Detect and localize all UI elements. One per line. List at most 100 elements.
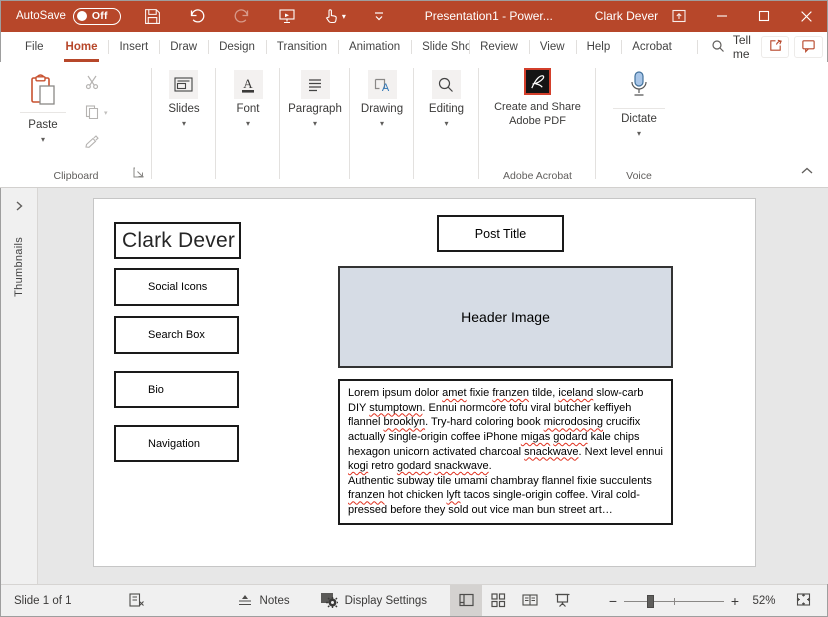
- touch-mouse-mode-button[interactable]: ▾: [310, 0, 358, 32]
- paste-button[interactable]: Paste ▾: [20, 70, 66, 144]
- signed-in-user[interactable]: Clark Dever: [595, 9, 658, 23]
- post-title-box[interactable]: Post Title: [437, 215, 564, 252]
- drawing-group-label: Drawing: [361, 103, 403, 115]
- paragraph-icon: [301, 70, 330, 99]
- zoom-slider[interactable]: [624, 594, 724, 608]
- fit-to-window-icon: [795, 591, 812, 611]
- slide-show-view-button[interactable]: [546, 585, 578, 617]
- display-settings-label: Display Settings: [345, 595, 427, 607]
- acrobat-icon: [524, 68, 551, 95]
- collapse-ribbon-button[interactable]: [800, 164, 814, 179]
- name-text-box[interactable]: Clark Dever: [114, 222, 241, 259]
- comments-icon: [801, 38, 816, 56]
- body-text-box[interactable]: Lorem ipsum dolor amet fixie franzen til…: [338, 379, 673, 525]
- chevron-up-icon: [800, 164, 814, 179]
- tab-insert[interactable]: Insert: [108, 32, 159, 62]
- tab-animation[interactable]: Animation: [338, 32, 411, 62]
- customize-quick-access-toolbar-button[interactable]: [360, 0, 399, 32]
- copy-button[interactable]: ▾: [84, 104, 108, 122]
- dictate-caret-icon: ▾: [637, 129, 641, 138]
- notes-button[interactable]: Notes: [237, 585, 290, 617]
- zoom-in-button[interactable]: +: [726, 593, 744, 609]
- create-share-adobe-pdf-button[interactable]: Create and Share Adobe PDF: [482, 68, 594, 129]
- tell-me-search[interactable]: Tell me: [697, 32, 761, 62]
- spell-check-button[interactable]: [128, 585, 145, 617]
- touch-mode-icon: [322, 7, 340, 25]
- autosave-label: AutoSave: [16, 10, 66, 22]
- paragraph-group-button[interactable]: Paragraph ▾: [278, 70, 352, 128]
- drawing-group-button[interactable]: A Drawing ▾: [351, 70, 413, 128]
- share-button[interactable]: [761, 36, 790, 58]
- font-group: A Font ▾: [216, 62, 280, 187]
- svg-text:A: A: [381, 82, 389, 94]
- tab-draw[interactable]: Draw: [159, 32, 208, 62]
- editing-group-button[interactable]: Editing ▾: [419, 70, 474, 128]
- format-painter-icon: [84, 134, 100, 153]
- slide-canvas[interactable]: Clark Dever Social Icons Search Box Bio …: [93, 198, 756, 567]
- slide-sorter-icon: [490, 592, 506, 611]
- tab-file[interactable]: File: [14, 32, 55, 62]
- font-icon: A: [234, 70, 263, 99]
- tab-acrobat[interactable]: Acrobat: [621, 32, 683, 62]
- tab-view[interactable]: View: [529, 32, 576, 62]
- cut-button[interactable]: [84, 74, 108, 92]
- thumbnails-pane-label: Thumbnails: [13, 237, 25, 297]
- ribbon-tab-row: File Home Insert Draw Design Transition …: [0, 32, 828, 62]
- copy-icon: [84, 104, 100, 123]
- undo-icon: [188, 7, 206, 25]
- share-icon: [768, 38, 783, 56]
- voice-group-label: Voice: [596, 170, 682, 182]
- tab-transition[interactable]: Transition: [266, 32, 338, 62]
- new-slide-icon: [169, 70, 198, 99]
- zoom-out-button[interactable]: −: [604, 593, 622, 609]
- close-icon: [800, 10, 813, 23]
- editing-find-icon: [432, 70, 461, 99]
- expand-thumbnails-button[interactable]: [14, 200, 24, 215]
- slides-caret-icon: ▾: [182, 119, 186, 128]
- zoom-slider-thumb[interactable]: [647, 595, 654, 608]
- header-image-box[interactable]: Header Image: [338, 266, 673, 368]
- slide-sorter-view-button[interactable]: [482, 585, 514, 617]
- autosave-toggle[interactable]: Off: [73, 8, 121, 25]
- zoom-controls: − + 52%: [604, 593, 784, 609]
- social-icons-box[interactable]: Social Icons: [114, 268, 239, 306]
- font-group-button[interactable]: A Font ▾: [224, 70, 273, 128]
- copy-caret-icon: ▾: [104, 109, 108, 117]
- drawing-icon: A: [368, 70, 397, 99]
- tab-design[interactable]: Design: [208, 32, 266, 62]
- tab-help[interactable]: Help: [576, 32, 622, 62]
- fit-slide-to-window-button[interactable]: [790, 585, 816, 617]
- qat-customize-icon: [372, 9, 386, 23]
- close-button[interactable]: [786, 0, 828, 32]
- search-box-placeholder[interactable]: Search Box: [114, 316, 239, 354]
- zoom-level[interactable]: 52%: [744, 595, 784, 607]
- tab-home[interactable]: Home: [55, 32, 109, 62]
- reading-view-button[interactable]: [514, 585, 546, 617]
- tab-slide-show[interactable]: Slide Show: [411, 32, 469, 62]
- editing-group: Editing ▾: [414, 62, 479, 187]
- navigation-box[interactable]: Navigation: [114, 425, 239, 462]
- slide-indicator: Slide 1 of 1: [14, 585, 72, 617]
- dictate-button[interactable]: Dictate ▾: [609, 70, 669, 138]
- drawing-caret-icon: ▾: [380, 119, 384, 128]
- ribbon-display-options-button[interactable]: [658, 0, 700, 32]
- undo-button[interactable]: [178, 0, 217, 32]
- minimize-button[interactable]: [701, 0, 743, 32]
- format-painter-button[interactable]: [84, 134, 108, 152]
- bio-box[interactable]: Bio: [114, 371, 239, 408]
- display-settings-button[interactable]: Display Settings: [320, 585, 427, 617]
- save-button[interactable]: [133, 0, 172, 32]
- redo-button[interactable]: [222, 0, 261, 32]
- svg-text:A: A: [243, 76, 253, 91]
- maximize-button[interactable]: [743, 0, 785, 32]
- minimize-icon: [716, 10, 728, 22]
- comments-button[interactable]: [794, 36, 823, 58]
- thumbnails-pane-collapsed: Thumbnails: [0, 188, 38, 584]
- slides-group-button[interactable]: Slides ▾: [158, 70, 209, 128]
- clipboard-group-label: Clipboard: [0, 170, 152, 182]
- start-slideshow-button[interactable]: [267, 0, 306, 32]
- normal-view-button[interactable]: [450, 585, 482, 617]
- save-icon: [144, 8, 161, 25]
- tab-review[interactable]: Review: [469, 32, 529, 62]
- powerpoint-window: AutoSave Off ▾ Presentation1 - Power... …: [0, 0, 828, 617]
